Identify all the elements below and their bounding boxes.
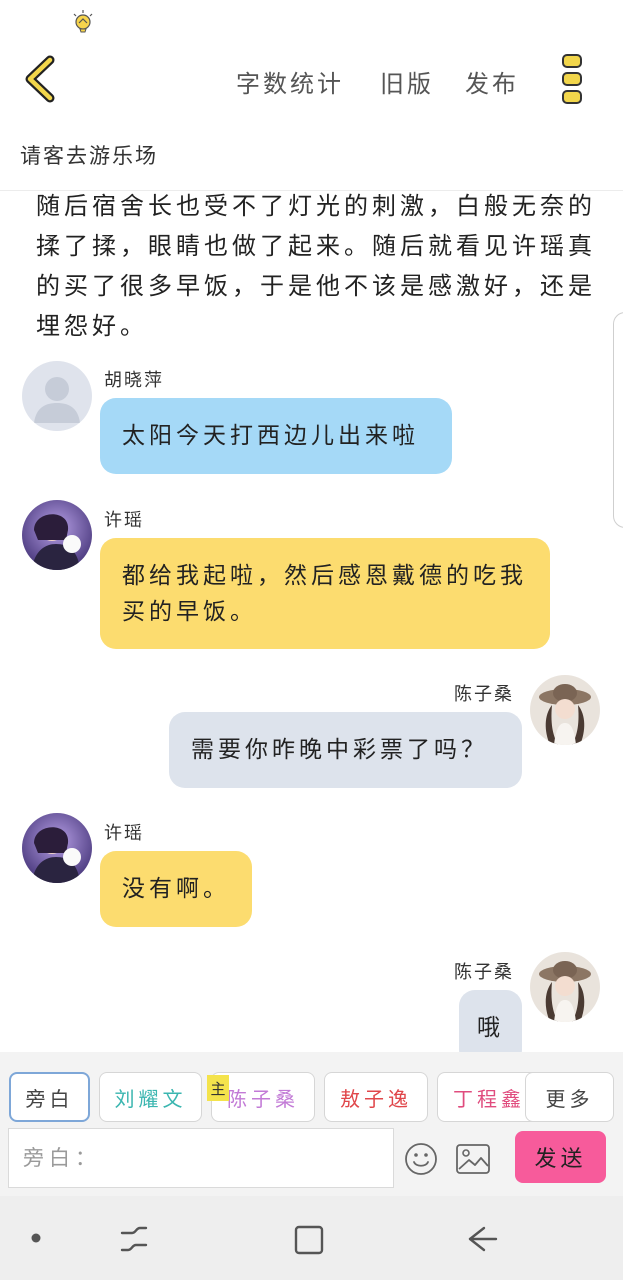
word-count-button[interactable]: 字数统计 bbox=[236, 64, 344, 99]
photo-avatar-image bbox=[530, 675, 600, 745]
character-tab-label: 刘耀文 bbox=[114, 1086, 187, 1111]
sender-name: 胡晓萍 bbox=[104, 370, 164, 391]
sender-name: 陈子桑 bbox=[454, 962, 514, 983]
back-arrow-icon[interactable] bbox=[20, 54, 64, 104]
character-tab-label: 敖子逸 bbox=[340, 1086, 412, 1111]
default-user-icon bbox=[34, 377, 80, 423]
character-tab-label: 丁程鑫 bbox=[453, 1086, 525, 1111]
character-tab-ao-ziyi[interactable]: 敖子逸 bbox=[324, 1072, 428, 1122]
side-drawer-handle[interactable] bbox=[613, 312, 623, 528]
top-app-bar: 字数统计 旧版 发布 bbox=[0, 40, 623, 120]
emoji-icon[interactable] bbox=[404, 1142, 438, 1176]
old-version-button[interactable]: 旧版 bbox=[380, 64, 434, 99]
narration-text: 随后宿舍长也受不了灯光的刺激，白般无奈的揉了揉，眼睛也做了起来。随后就看见许瑶真… bbox=[36, 192, 596, 340]
recent-apps-icon[interactable] bbox=[118, 1224, 150, 1254]
more-label: 更多 bbox=[545, 1086, 594, 1111]
character-tab-label: 陈子桑 bbox=[227, 1086, 299, 1111]
back-nav-icon[interactable] bbox=[466, 1224, 500, 1254]
host-badge: 主 bbox=[207, 1075, 229, 1101]
more-characters-button[interactable]: 更多 bbox=[525, 1072, 614, 1122]
photo-avatar-image bbox=[22, 500, 92, 570]
message-bubble[interactable]: 都给我起啦，然后感恩戴德的吃我买的早饭。 bbox=[100, 538, 550, 649]
composer-row: 发送 bbox=[0, 1124, 623, 1196]
story-title: 请客去游乐场 bbox=[20, 144, 158, 168]
avatar[interactable] bbox=[22, 813, 92, 883]
avatar[interactable] bbox=[530, 675, 600, 745]
nav-dot-icon[interactable] bbox=[30, 1232, 42, 1244]
photo-avatar-image bbox=[530, 952, 600, 1022]
character-tab-narrator[interactable]: 旁白 bbox=[9, 1072, 90, 1122]
avatar[interactable] bbox=[22, 361, 92, 431]
image-icon[interactable] bbox=[455, 1142, 491, 1176]
message-bubble[interactable]: 太阳今天打西边儿出来啦 bbox=[100, 398, 452, 474]
publish-button[interactable]: 发布 bbox=[465, 64, 519, 99]
message-input[interactable] bbox=[8, 1128, 394, 1188]
avatar[interactable] bbox=[530, 952, 600, 1022]
sender-name: 陈子桑 bbox=[454, 684, 514, 705]
sender-name: 许瑶 bbox=[104, 510, 144, 531]
character-tab-label: 旁白 bbox=[25, 1086, 74, 1111]
character-tab-bar: 旁白 刘耀文 陈子桑 主 敖子逸 丁程鑫 更多 bbox=[0, 1052, 623, 1124]
avatar[interactable] bbox=[22, 500, 92, 570]
message-bubble[interactable]: 没有啊。 bbox=[100, 851, 252, 927]
more-options-icon[interactable] bbox=[560, 52, 586, 106]
sender-name: 许瑶 bbox=[104, 823, 144, 844]
send-button[interactable]: 发送 bbox=[515, 1131, 606, 1183]
status-bar bbox=[0, 0, 623, 40]
message-bubble[interactable]: 需要你昨晚中彩票了吗？ bbox=[169, 712, 522, 788]
system-nav-bar bbox=[0, 1196, 623, 1280]
home-icon[interactable] bbox=[293, 1224, 325, 1256]
photo-avatar-image bbox=[22, 813, 92, 883]
lightbulb-notification-icon bbox=[73, 10, 93, 33]
character-tab-liu-yaowen[interactable]: 刘耀文 bbox=[99, 1072, 202, 1122]
